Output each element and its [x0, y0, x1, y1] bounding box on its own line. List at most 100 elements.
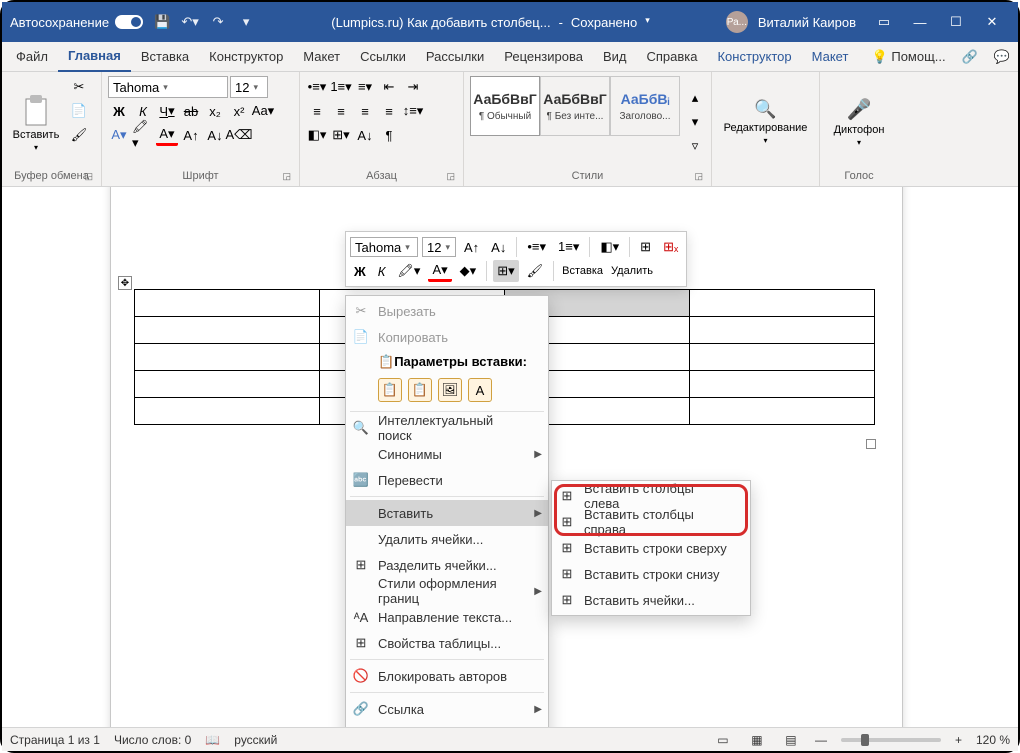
numbering-button[interactable]: 1≡▾ [330, 76, 352, 98]
toggle-switch[interactable] [115, 15, 143, 29]
text-effects-button[interactable]: A▾ [108, 124, 130, 146]
shading-button[interactable]: ◧▾ [306, 124, 328, 146]
mini-numbering-button[interactable]: 1≡▾ [554, 236, 583, 258]
status-language[interactable]: русский [234, 733, 277, 747]
tab-review[interactable]: Рецензирова [494, 42, 593, 72]
ctx-insert[interactable]: Вставить▶ [346, 500, 548, 526]
shrink-font-button[interactable]: A↓ [204, 124, 226, 146]
mini-bullets-button[interactable]: •≡▾ [523, 236, 550, 258]
search-help[interactable]: 💡 Помощ... [864, 49, 954, 65]
ctx-delete-cells[interactable]: Удалить ячейки... [346, 526, 548, 552]
style-heading1[interactable]: АаБбВᵢ Заголово... [610, 76, 680, 136]
ctx-copy[interactable]: 📄Копировать [346, 324, 548, 350]
line-spacing-button[interactable]: ↕≡▾ [402, 100, 424, 122]
clipboard-dialog-icon[interactable]: ◲ [84, 171, 93, 182]
mini-borders-button[interactable]: ⊞▾ [493, 260, 518, 282]
clear-formatting-button[interactable]: A⌫ [228, 124, 250, 146]
underline-button[interactable]: Ч▾ [156, 100, 178, 122]
insert-cells[interactable]: ⊞Вставить ячейки... [552, 587, 750, 613]
strikethrough-button[interactable]: ab [180, 100, 202, 122]
tab-table-design[interactable]: Конструктор [707, 42, 801, 72]
style-normal[interactable]: АаБбВвГ ¶ Обычный [470, 76, 540, 136]
insert-cols-right[interactable]: ⊞Вставить столбцы справа [552, 509, 750, 535]
ctx-table-properties[interactable]: ⊞Свойства таблицы... [346, 630, 548, 656]
editing-button[interactable]: 🔍 Редактирование ▾ [738, 76, 794, 168]
styles-expand-icon[interactable]: ▿ [684, 135, 706, 157]
user-name[interactable]: Виталий Каиров [758, 15, 856, 30]
zoom-in-button[interactable]: + [955, 733, 962, 747]
tab-table-layout[interactable]: Макет [802, 42, 859, 72]
tab-design[interactable]: Конструктор [199, 42, 293, 72]
save-icon[interactable]: 💾 [153, 13, 171, 31]
tab-help[interactable]: Справка [636, 42, 707, 72]
mini-format-painter-button[interactable]: 🖌 [523, 260, 548, 282]
insert-rows-below[interactable]: ⊞Вставить строки снизу [552, 561, 750, 587]
ctx-translate[interactable]: 🔤Перевести [346, 467, 548, 493]
styles-dialog-icon[interactable]: ◲ [694, 171, 703, 182]
ctx-text-direction[interactable]: ᴬAНаправление текста... [346, 604, 548, 630]
tab-insert[interactable]: Вставка [131, 42, 199, 72]
grow-font-button[interactable]: A↑ [180, 124, 202, 146]
status-page[interactable]: Страница 1 из 1 [10, 733, 100, 747]
mini-italic-button[interactable]: К [374, 260, 390, 282]
mini-highlight-button[interactable]: 🖍▾ [393, 260, 424, 282]
minimize-icon[interactable]: — [902, 3, 938, 41]
ctx-cut[interactable]: ✂Вырезать [346, 298, 548, 324]
view-focus-icon[interactable]: ▭ [713, 732, 733, 748]
ribbon-display-icon[interactable]: ▭ [866, 3, 902, 41]
close-icon[interactable]: ✕ [974, 3, 1010, 41]
mini-font-color-button[interactable]: A▾ [428, 260, 451, 282]
comments-button[interactable]: 💬 [986, 49, 1018, 65]
tab-view[interactable]: Вид [593, 42, 637, 72]
paste-merge-icon[interactable]: 📋 [408, 378, 432, 402]
align-center-button[interactable]: ≡ [330, 100, 352, 122]
cut-icon[interactable]: ✂ [68, 76, 90, 98]
paste-picture-icon[interactable]: 🖼 [438, 378, 462, 402]
mini-shade-button[interactable]: ◆▾ [456, 260, 481, 282]
mini-table-delete-icon[interactable]: ⊞ₓ [659, 236, 682, 258]
increase-indent-button[interactable]: ⇥ [402, 76, 424, 98]
borders-button[interactable]: ⊞▾ [330, 124, 352, 146]
ctx-border-styles[interactable]: Стили оформления границ▶ [346, 578, 548, 604]
mini-bold-button[interactable]: Ж [350, 260, 370, 282]
tab-home[interactable]: Главная [58, 42, 131, 72]
status-words[interactable]: Число слов: 0 [114, 733, 191, 747]
subscript-button[interactable]: x₂ [204, 100, 226, 122]
undo-icon[interactable]: ↶▾ [181, 13, 199, 31]
ctx-split-cells[interactable]: ⊞Разделить ячейки... [346, 552, 548, 578]
tab-layout[interactable]: Макет [293, 42, 350, 72]
ctx-synonyms[interactable]: Синонимы▶ [346, 441, 548, 467]
superscript-button[interactable]: x² [228, 100, 250, 122]
font-family-combo[interactable]: Tahoma▾ [108, 76, 228, 98]
styles-scroll-up-icon[interactable]: ▴ [684, 87, 706, 109]
zoom-out-button[interactable]: — [815, 733, 827, 747]
multilevel-button[interactable]: ≡▾ [354, 76, 376, 98]
dictate-button[interactable]: 🎤 Диктофон ▾ [831, 76, 887, 168]
zoom-level[interactable]: 120 % [976, 733, 1010, 747]
mini-insert-button[interactable]: Вставка [560, 260, 605, 282]
ctx-smart-lookup[interactable]: 🔍Интеллектуальный поиск [346, 415, 548, 441]
font-color-button[interactable]: A▾ [156, 124, 178, 146]
tab-references[interactable]: Ссылки [350, 42, 416, 72]
ctx-block-authors[interactable]: 🚫Блокировать авторов [346, 663, 548, 689]
mini-size-combo[interactable]: 12▾ [422, 237, 456, 257]
redo-icon[interactable]: ↷ [209, 13, 227, 31]
highlight-button[interactable]: 🖍▾ [132, 124, 154, 146]
status-spellcheck-icon[interactable]: 📖 [205, 733, 220, 747]
change-case-button[interactable]: Aa▾ [252, 100, 274, 122]
view-print-icon[interactable]: ▦ [747, 732, 767, 748]
mini-font-combo[interactable]: Tahoma▾ [350, 237, 418, 257]
table-move-handle[interactable]: ✥ [118, 276, 132, 290]
mini-shading-button[interactable]: ◧▾ [596, 236, 623, 258]
mini-delete-button[interactable]: Удалить [609, 260, 655, 282]
user-avatar[interactable]: Ра... [726, 11, 748, 33]
format-painter-icon[interactable]: 🖌 [68, 124, 90, 146]
insert-rows-above[interactable]: ⊞Вставить строки сверху [552, 535, 750, 561]
view-web-icon[interactable]: ▤ [781, 732, 801, 748]
copy-icon[interactable]: 📄 [68, 100, 90, 122]
styles-scroll-down-icon[interactable]: ▾ [684, 111, 706, 133]
zoom-slider[interactable] [841, 738, 941, 742]
qat-more-icon[interactable]: ▾ [237, 13, 255, 31]
font-dialog-icon[interactable]: ◲ [282, 171, 291, 182]
mini-table-insert-icon[interactable]: ⊞ [636, 236, 655, 258]
